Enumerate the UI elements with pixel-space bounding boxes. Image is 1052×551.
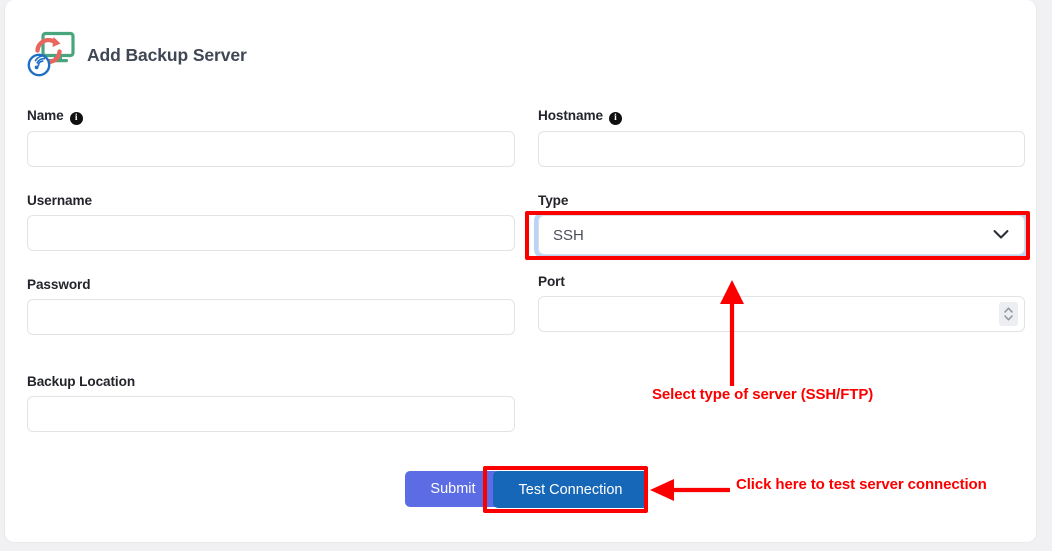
field-hostname: Hostname i [538,108,1025,167]
field-name: Name i [27,108,515,167]
port-input-wrapper [538,296,1025,332]
type-select-wrapper: SSH [538,215,1025,255]
name-input[interactable] [27,131,515,167]
annotation-text-test: Click here to test server connection [736,476,987,493]
port-stepper[interactable] [999,302,1018,326]
screen-root: Add Backup Server Name i Hostname i Userna… [0,0,1052,551]
label-port: Port [538,274,565,289]
label-password: Password [27,277,91,292]
info-icon[interactable]: i [608,112,622,125]
label-backup-location: Backup Location [27,374,136,389]
annotation-text-type: Select type of server (SSH/FTP) [652,386,874,403]
label-name-text: Name [27,108,64,123]
type-select[interactable]: SSH [538,215,1025,255]
chevron-down-icon [1004,315,1013,321]
label-name: Name i [27,108,515,125]
backup-server-form: Name i Hostname i Username Type SSH Pass… [5,0,1036,542]
test-connection-button[interactable]: Test Connection [493,471,648,508]
type-select-value: SSH [553,226,584,244]
label-hostname: Hostname i [538,108,1025,125]
submit-button[interactable]: Submit [405,471,501,507]
label-type: Type [538,193,569,208]
hostname-input[interactable] [538,131,1025,167]
label-hostname-text: Hostname [538,108,603,123]
label-username: Username [27,193,92,208]
field-username: Username [27,193,515,251]
field-type: Type SSH [538,193,1025,255]
username-input[interactable] [27,215,515,251]
field-backup-location: Backup Location [27,374,515,432]
password-input[interactable] [27,299,515,335]
port-input[interactable] [538,296,1025,332]
chevron-down-icon [993,227,1009,244]
backup-location-input[interactable] [27,396,515,432]
chevron-up-icon [1004,307,1013,313]
info-icon[interactable]: i [69,112,83,125]
field-port: Port [538,274,1025,332]
field-password: Password [27,277,515,335]
add-backup-server-card: Add Backup Server Name i Hostname i Userna… [4,0,1037,543]
